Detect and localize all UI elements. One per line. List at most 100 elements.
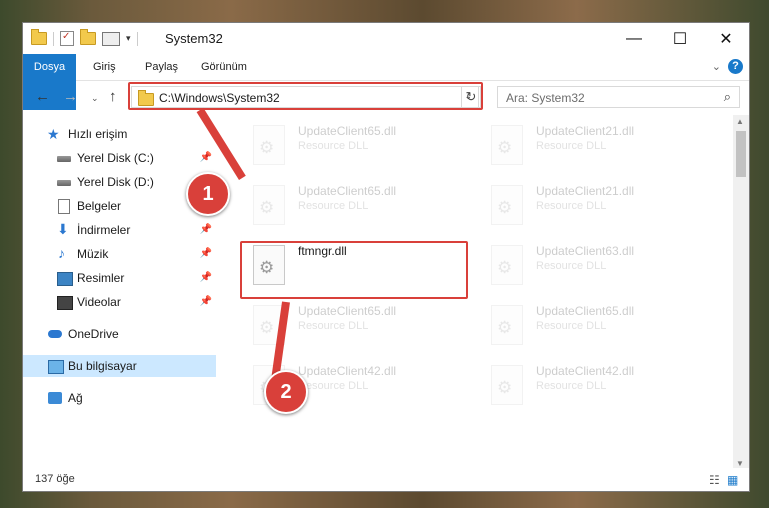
pin-icon[interactable]: 📌 bbox=[200, 152, 212, 163]
navigation-pane: ★ Hızlı erişim Yerel Disk (C:) 📌 Yerel D… bbox=[23, 115, 216, 468]
file-name: UpdateClient42.dll bbox=[298, 364, 397, 378]
tab-share[interactable]: Paylaş bbox=[145, 54, 178, 80]
sidebar-item-label: Yerel Disk (D:) bbox=[77, 175, 154, 189]
sidebar-item-music[interactable]: ♪ Müzik 📌 bbox=[23, 243, 216, 265]
download-icon: ⬇ bbox=[57, 221, 69, 237]
back-button[interactable]: ← bbox=[35, 88, 50, 105]
file-name: UpdateClient65.dll bbox=[298, 304, 397, 318]
customize-icon[interactable] bbox=[102, 31, 120, 46]
sidebar-item-label: Müzik bbox=[77, 247, 109, 261]
file-item[interactable]: ⚙ UpdateClient42.dll Resource DLL bbox=[479, 359, 709, 415]
sidebar-item-label: Videolar bbox=[77, 295, 121, 309]
music-icon: ♪ bbox=[58, 245, 65, 261]
dll-file-icon: ⚙ bbox=[253, 125, 285, 165]
sidebar-item-this-pc[interactable]: Bu bilgisayar bbox=[23, 355, 216, 377]
sidebar-item-quick-access[interactable]: ★ Hızlı erişim bbox=[23, 123, 216, 145]
dll-file-icon: ⚙ bbox=[253, 185, 285, 225]
file-item[interactable]: ⚙ UpdateClient65.dll Resource DLL bbox=[241, 119, 471, 175]
dll-file-icon: ⚙ bbox=[491, 365, 523, 405]
tab-view[interactable]: Görünüm bbox=[201, 54, 247, 80]
sidebar-item-local-disk-c[interactable]: Yerel Disk (C:) 📌 bbox=[23, 147, 216, 169]
up-button[interactable]: ↑ bbox=[109, 88, 117, 105]
sidebar-item-label: İndirmeler bbox=[77, 223, 131, 237]
sidebar-item-onedrive[interactable]: OneDrive bbox=[23, 323, 216, 345]
file-description: Resource DLL bbox=[536, 200, 607, 212]
file-description: Resource DLL bbox=[298, 380, 369, 392]
file-description: Resource DLL bbox=[536, 380, 607, 392]
properties-check-icon[interactable] bbox=[60, 31, 74, 46]
pin-icon[interactable]: 📌 bbox=[200, 248, 212, 259]
file-name: UpdateClient65.dll bbox=[298, 124, 397, 138]
computer-icon bbox=[48, 360, 64, 374]
expand-ribbon-icon[interactable]: ⌄ bbox=[712, 60, 721, 73]
close-button[interactable]: ✕ bbox=[703, 23, 749, 54]
details-view-icon[interactable]: ☷ bbox=[709, 473, 723, 487]
file-name: UpdateClient65.dll bbox=[536, 304, 635, 318]
title-bar: ▾ System32 — ☐ ✕ bbox=[23, 23, 749, 54]
file-item[interactable]: ⚙ UpdateClient65.dll Resource DLL bbox=[241, 179, 471, 235]
file-name: UpdateClient21.dll bbox=[536, 124, 635, 138]
scroll-down-icon[interactable]: ▼ bbox=[736, 459, 744, 468]
file-item[interactable]: ⚙ UpdateClient65.dll Resource DLL bbox=[479, 299, 709, 355]
dll-file-icon: ⚙ bbox=[491, 185, 523, 225]
sidebar-item-label: Hızlı erişim bbox=[68, 127, 128, 141]
file-description: Resource DLL bbox=[536, 260, 607, 272]
sidebar-item-label: Yerel Disk (C:) bbox=[77, 151, 154, 165]
file-description: Resource DLL bbox=[536, 140, 607, 152]
file-description: Resource DLL bbox=[298, 200, 369, 212]
minimize-button[interactable]: — bbox=[611, 23, 657, 54]
vertical-scrollbar[interactable]: ▲ ▼ bbox=[733, 115, 749, 470]
dll-file-icon: ⚙ bbox=[491, 305, 523, 345]
gear-icon: ⚙ bbox=[497, 378, 513, 397]
scrollbar-thumb[interactable] bbox=[736, 131, 746, 177]
file-description: Resource DLL bbox=[536, 320, 607, 332]
sidebar-item-videos[interactable]: Videolar 📌 bbox=[23, 291, 216, 313]
help-icon[interactable]: ? bbox=[728, 59, 743, 74]
sidebar-item-label: Belgeler bbox=[77, 199, 122, 213]
toolbar-divider bbox=[136, 31, 138, 46]
search-input[interactable]: Ara: System32 ⌕ bbox=[497, 86, 740, 108]
network-icon bbox=[48, 392, 62, 404]
file-name: UpdateClient65.dll bbox=[298, 184, 397, 198]
item-count: 137 öğe bbox=[35, 473, 75, 485]
pin-icon[interactable]: 📌 bbox=[200, 296, 212, 307]
dll-file-icon: ⚙ bbox=[491, 245, 523, 285]
cloud-icon bbox=[48, 330, 62, 338]
tab-home[interactable]: Giriş bbox=[93, 54, 116, 80]
folder-icon[interactable] bbox=[31, 29, 47, 45]
forward-button[interactable]: → bbox=[63, 88, 78, 105]
gear-icon: ⚙ bbox=[497, 138, 513, 157]
file-item[interactable]: ⚙ UpdateClient63.dll Resource DLL bbox=[479, 239, 709, 295]
pin-icon[interactable]: 📌 bbox=[200, 272, 212, 283]
disk-icon bbox=[57, 180, 71, 186]
disk-icon bbox=[57, 156, 71, 162]
maximize-button[interactable]: ☐ bbox=[657, 23, 703, 54]
address-bar-highlight bbox=[128, 82, 483, 110]
sidebar-item-network[interactable]: Ağ bbox=[23, 387, 216, 409]
toolbar-divider bbox=[53, 31, 54, 46]
ribbon-tabs: Dosya Giriş Paylaş Görünüm ⌄ ? bbox=[23, 54, 749, 110]
sidebar-item-label: Ağ bbox=[68, 391, 83, 405]
search-icon[interactable]: ⌕ bbox=[724, 89, 731, 105]
gear-icon: ⚙ bbox=[259, 318, 275, 337]
file-description: Resource DLL bbox=[298, 320, 369, 332]
quick-access-toolbar: ▾ bbox=[31, 29, 138, 46]
gear-icon: ⚙ bbox=[497, 258, 513, 277]
recent-locations-icon[interactable]: ⌄ bbox=[91, 93, 99, 104]
large-icons-view-icon[interactable]: ▦ bbox=[727, 473, 741, 487]
new-folder-icon[interactable] bbox=[80, 29, 96, 45]
chevron-down-icon[interactable]: ▾ bbox=[126, 33, 131, 44]
sidebar-item-label: OneDrive bbox=[68, 327, 119, 341]
gear-icon: ⚙ bbox=[497, 318, 513, 337]
scroll-up-icon[interactable]: ▲ bbox=[736, 117, 744, 126]
file-item[interactable]: ⚙ UpdateClient21.dll Resource DLL bbox=[479, 119, 709, 175]
status-bar: 137 öğe ☷ ▦ bbox=[23, 468, 749, 491]
dll-file-icon: ⚙ bbox=[491, 125, 523, 165]
sidebar-item-downloads[interactable]: ⬇ İndirmeler 📌 bbox=[23, 219, 216, 241]
file-item[interactable]: ⚙ UpdateClient21.dll Resource DLL bbox=[479, 179, 709, 235]
file-name: UpdateClient63.dll bbox=[536, 244, 635, 258]
pin-icon[interactable]: 📌 bbox=[200, 224, 212, 235]
sidebar-item-pictures[interactable]: Resimler 📌 bbox=[23, 267, 216, 289]
gear-icon: ⚙ bbox=[259, 138, 275, 157]
search-placeholder: Ara: System32 bbox=[506, 91, 585, 105]
